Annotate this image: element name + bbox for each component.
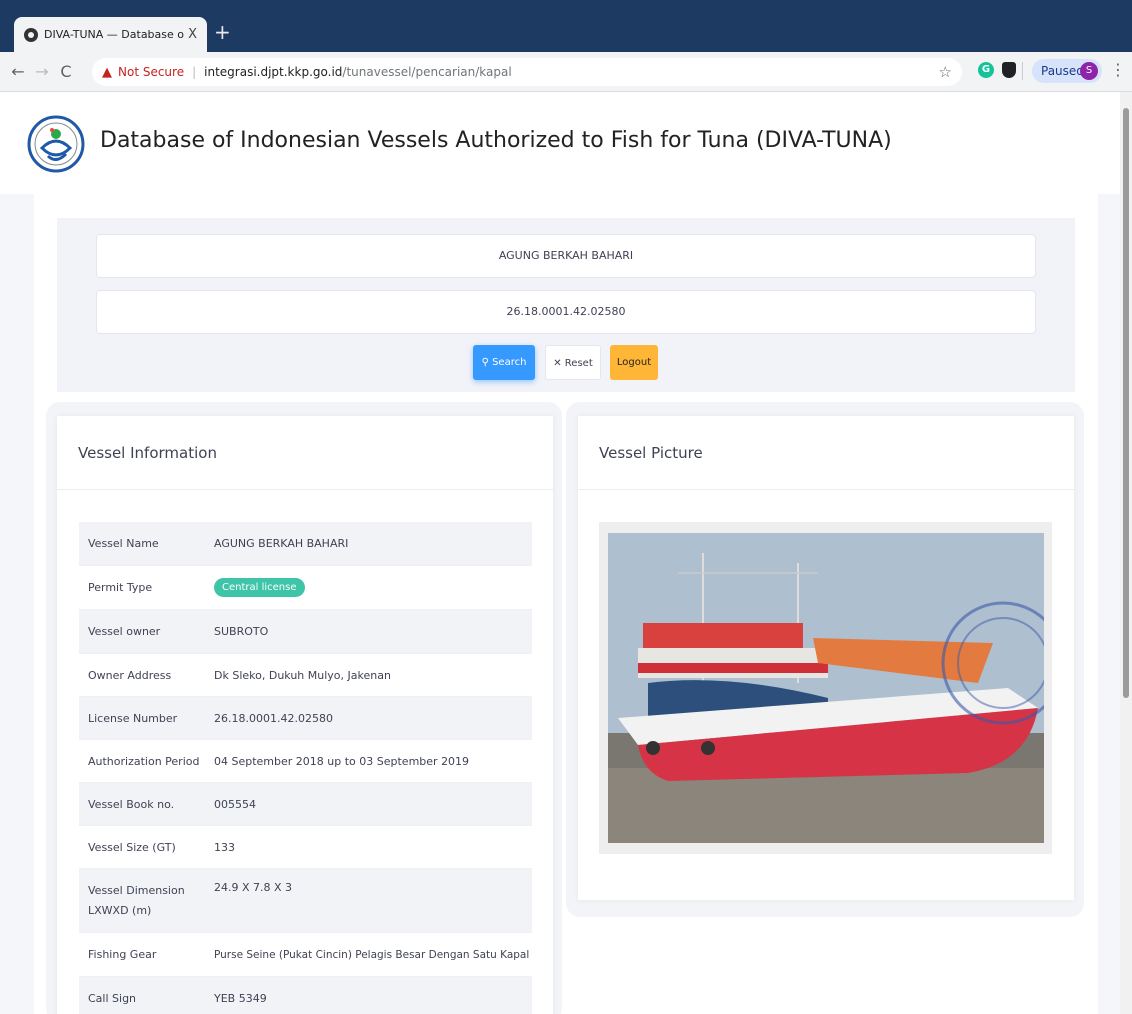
row-value: 005554 <box>214 797 256 811</box>
table-row: Owner Address Dk Sleko, Dukuh Mulyo, Jak… <box>79 654 532 697</box>
row-key: Vessel Size (GT) <box>88 840 176 854</box>
address-bar[interactable]: ▲ Not Secure | integrasi.djpt.kkp.go.id … <box>92 58 962 86</box>
vessel-photo-frame <box>599 522 1052 854</box>
profile-paused-button[interactable]: Paused S <box>1032 59 1102 83</box>
table-row: License Number 26.18.0001.42.02580 <box>79 697 532 740</box>
vessel-photo <box>608 533 1044 843</box>
row-value: 24.9 X 7.8 X 3 <box>214 881 293 894</box>
search-button[interactable]: ⚲ Search <box>473 345 535 380</box>
row-key: Vessel owner <box>88 625 161 638</box>
row-key: Authorization Period <box>88 754 200 768</box>
not-secure-label[interactable]: Not Secure <box>118 65 184 79</box>
profile-avatar: S <box>1080 62 1098 80</box>
ministry-logo <box>27 115 85 173</box>
row-value: Purse Seine (Pukat Cincin) Pelagis Besar… <box>214 948 530 961</box>
reset-button[interactable]: ✕ Reset <box>545 345 601 380</box>
vessel-info-table: Vessel Name AGUNG BERKAH BAHARI Permit T… <box>79 522 532 1014</box>
reload-button[interactable]: C <box>54 62 78 81</box>
row-value: SUBROTO <box>214 625 269 638</box>
table-row: Permit Type Central license <box>79 566 532 610</box>
row-key: Vessel Dimension LXWXD (m) <box>88 884 185 917</box>
page-viewport: Database of Indonesian Vessels Authorize… <box>0 92 1132 1014</box>
row-value: Dk Sleko, Dukuh Mulyo, Jakenan <box>214 668 391 682</box>
paused-label: Paused <box>1041 64 1084 78</box>
row-key: Call Sign <box>88 992 137 1005</box>
table-row: Vessel Size (GT) 133 <box>79 826 532 869</box>
url-host: integrasi.djpt.kkp.go.id <box>204 65 343 79</box>
table-row: Vessel Book no. 005554 <box>79 783 532 826</box>
vessel-info-card: Vessel Information Vessel Name AGUNG BER… <box>57 416 553 1014</box>
tab-title: DIVA-TUNA — Database of Ind <box>44 28 185 41</box>
row-value: AGUNG BERKAH BAHARI <box>214 537 349 550</box>
vessel-picture-heading: Vessel Picture <box>578 416 1074 490</box>
site-header: Database of Indonesian Vessels Authorize… <box>0 92 1120 194</box>
vessel-picture-card: Vessel Picture <box>578 416 1074 900</box>
row-key: Vessel Book no. <box>88 797 175 811</box>
row-value: 26.18.0001.42.02580 <box>214 711 333 725</box>
row-key: Fishing Gear <box>88 948 157 961</box>
row-value: YEB 5349 <box>214 992 267 1005</box>
tab-strip: DIVA-TUNA — Database of Ind X + <box>0 0 1132 52</box>
row-key: License Number <box>88 711 178 725</box>
globe-icon <box>24 27 38 42</box>
table-row: Vessel owner SUBROTO <box>79 610 532 654</box>
close-tab-icon[interactable]: X <box>188 27 197 42</box>
url-path: /tunavessel/pencarian/kapal <box>342 65 512 79</box>
url-separator: | <box>192 65 197 79</box>
page-title: Database of Indonesian Vessels Authorize… <box>100 128 892 153</box>
browser-menu-icon[interactable]: ⋮ <box>1110 60 1126 79</box>
browser-tab[interactable]: DIVA-TUNA — Database of Ind X <box>14 17 207 52</box>
grammarly-extension-icon[interactable]: G <box>978 62 994 78</box>
table-row: Vessel Dimension LXWXD (m) 24.9 X 7.8 X … <box>79 869 532 933</box>
scrollbar-thumb[interactable] <box>1123 108 1129 698</box>
browser-window: DIVA-TUNA — Database of Ind X + ← → C ▲ … <box>0 0 1132 1014</box>
browser-toolbar: ← → C ▲ Not Secure | integrasi.djpt.kkp.… <box>0 52 1132 92</box>
logout-button[interactable]: Logout <box>610 345 658 380</box>
row-value: 133 <box>214 840 235 854</box>
table-row: Call Sign YEB 5349 <box>79 977 532 1014</box>
license-number-input[interactable]: 26.18.0001.42.02580 <box>96 290 1036 334</box>
warning-icon: ▲ <box>102 64 112 80</box>
toolbar-divider <box>1022 62 1023 80</box>
vessel-name-input[interactable]: AGUNG BERKAH BAHARI <box>96 234 1036 278</box>
forward-button[interactable]: → <box>30 62 54 81</box>
table-row: Vessel Name AGUNG BERKAH BAHARI <box>79 522 532 566</box>
row-key: Vessel Name <box>88 537 159 550</box>
table-row: Fishing Gear Purse Seine (Pukat Cincin) … <box>79 933 532 977</box>
row-value: 04 September 2018 up to 03 September 201… <box>214 754 470 768</box>
search-panel: AGUNG BERKAH BAHARI 26.18.0001.42.02580 … <box>57 218 1075 392</box>
vessel-info-heading: Vessel Information <box>57 416 553 490</box>
new-tab-button[interactable]: + <box>214 20 231 44</box>
permit-type-badge: Central license <box>214 578 305 597</box>
row-key: Owner Address <box>88 668 172 682</box>
back-button[interactable]: ← <box>6 62 30 81</box>
shield-extension-icon[interactable] <box>1002 62 1016 78</box>
row-key: Permit Type <box>88 581 153 594</box>
table-row: Authorization Period 04 September 2018 u… <box>79 740 532 783</box>
bookmark-star-icon[interactable]: ☆ <box>939 63 952 81</box>
